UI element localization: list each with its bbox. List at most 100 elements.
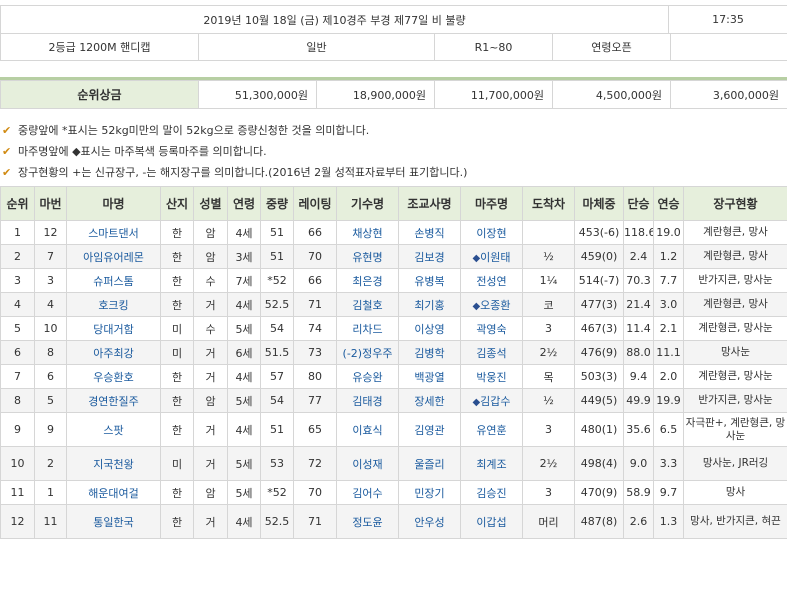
horse-name-link[interactable]: 스팟 (66, 412, 161, 447)
number-cell: 10 (34, 316, 67, 341)
horse-name-link[interactable]: 아임유어레몬 (66, 244, 161, 269)
origin-cell: 한 (160, 364, 194, 389)
horse-name-link[interactable]: 경연한질주 (66, 388, 161, 413)
age-cell: 4세 (227, 504, 261, 539)
number-cell: 11 (34, 504, 67, 539)
place-odds-cell: 19.9 (653, 388, 684, 413)
sex-cell: 거 (193, 340, 228, 365)
trainer-link[interactable]: 유병복 (398, 268, 461, 293)
col-rating-header: 레이팅 (293, 186, 337, 221)
body-weight-cell: 467(3) (574, 316, 624, 341)
trainer-link[interactable]: 백광열 (398, 364, 461, 389)
horse-name-link[interactable]: 우승환호 (66, 364, 161, 389)
trainer-link[interactable]: 민장기 (398, 480, 461, 505)
owner-name[interactable]: 김갑수 (480, 395, 510, 408)
table-row: 3 3 슈퍼스톰 한 수 7세 *52 66 최은경 유병복 전성연 1¼ 514(-7) 70.3 7.7… (0, 268, 787, 293)
owner-link[interactable]: 전성연 (460, 268, 523, 293)
rank-cell: 2 (0, 244, 35, 269)
trainer-link[interactable]: 장세한 (398, 388, 461, 413)
jockey-link[interactable]: 유승완 (336, 364, 399, 389)
weight-cell: 57 (260, 364, 294, 389)
owner-link[interactable]: ◆오종환 (460, 292, 523, 317)
race-title: 2019년 10월 18일 (금) 제10경주 부경 제77일 비 불량 (0, 5, 669, 34)
gear-cell: 자극판+, 계란형큰, 망사눈 (683, 412, 787, 447)
rating-cell: 71 (293, 292, 337, 317)
horse-name-link[interactable]: 슈퍼스톰 (66, 268, 161, 293)
sex-cell: 수 (193, 268, 228, 293)
jockey-link[interactable]: 리차드 (336, 316, 399, 341)
number-cell: 5 (34, 388, 67, 413)
place-odds-cell: 2.0 (653, 364, 684, 389)
weight-cell: 51 (260, 220, 294, 245)
number-cell: 4 (34, 292, 67, 317)
owner-name[interactable]: 이원태 (480, 251, 510, 264)
jockey-link[interactable]: 정도윤 (336, 504, 399, 539)
origin-cell: 미 (160, 316, 194, 341)
jockey-link[interactable]: 김어수 (336, 480, 399, 505)
horse-name-link[interactable]: 스마트댄서 (66, 220, 161, 245)
owner-link[interactable]: ◆김갑수 (460, 388, 523, 413)
jockey-link[interactable]: 김태경 (336, 388, 399, 413)
trainer-link[interactable]: 김보경 (398, 244, 461, 269)
horse-name-link[interactable]: 지국천왕 (66, 446, 161, 481)
col-win-odds-header: 단승 (623, 186, 654, 221)
horse-name-link[interactable]: 아주최강 (66, 340, 161, 365)
jockey-link[interactable]: 이성재 (336, 446, 399, 481)
sex-cell: 거 (193, 292, 228, 317)
gear-cell: 계란형큰, 망사 (683, 244, 787, 269)
owner-link[interactable]: 김승진 (460, 480, 523, 505)
trainer-link[interactable]: 손병직 (398, 220, 461, 245)
owner-link[interactable]: 최계조 (460, 446, 523, 481)
trainer-link[interactable]: 김병학 (398, 340, 461, 365)
weight-cell: 51 (260, 412, 294, 447)
owner-link[interactable]: 박웅진 (460, 364, 523, 389)
note-item: ✔ 중량앞에 *표시는 52kg미만의 말이 52kg으로 증량신청한 것을 의미… (0, 120, 787, 141)
jockey-link[interactable]: 유현명 (336, 244, 399, 269)
weight-cell: *52 (260, 268, 294, 293)
weight-cell: 54 (260, 388, 294, 413)
trainer-link[interactable]: 안우성 (398, 504, 461, 539)
rating-cell: 80 (293, 364, 337, 389)
horse-name-link[interactable]: 당대거함 (66, 316, 161, 341)
age-cell: 3세 (227, 244, 261, 269)
win-odds-cell: 88.0 (623, 340, 654, 365)
horse-name-link[interactable]: 통일한국 (66, 504, 161, 539)
prize-3rd: 11,700,000원 (434, 80, 553, 109)
col-rank-header: 순위 (0, 186, 35, 221)
gear-cell: 계란형큰, 망사 (683, 220, 787, 245)
weight-cell: 52.5 (260, 292, 294, 317)
owner-link[interactable]: ◆이원태 (460, 244, 523, 269)
number-cell: 9 (34, 412, 67, 447)
gear-cell: 망사, 반가지큰, 혀끈 (683, 504, 787, 539)
body-weight-cell: 498(4) (574, 446, 624, 481)
horse-name-link[interactable]: 호크킹 (66, 292, 161, 317)
trainer-link[interactable]: 울즐리 (398, 446, 461, 481)
win-odds-cell: 2.6 (623, 504, 654, 539)
owner-link[interactable]: 유연훈 (460, 412, 523, 447)
jockey-link[interactable]: (-2)정우주 (336, 340, 399, 365)
owner-link[interactable]: 곽영숙 (460, 316, 523, 341)
owner-name[interactable]: 오종환 (480, 299, 510, 312)
body-weight-cell: 503(3) (574, 364, 624, 389)
horse-name-link[interactable]: 해운대여걸 (66, 480, 161, 505)
trainer-link[interactable]: 최기홍 (398, 292, 461, 317)
sex-cell: 거 (193, 364, 228, 389)
trainer-link[interactable]: 이상영 (398, 316, 461, 341)
registered-owner-icon: ◆ (472, 396, 481, 408)
owner-link[interactable]: 이갑섭 (460, 504, 523, 539)
jockey-link[interactable]: 채상현 (336, 220, 399, 245)
jockey-link[interactable]: 이효식 (336, 412, 399, 447)
note-text: 마주명앞에 ◆표시는 마주복색 등록마주를 의미합니다. (18, 145, 267, 158)
origin-cell: 미 (160, 340, 194, 365)
gear-cell: 계란형큰, 망사눈 (683, 316, 787, 341)
jockey-link[interactable]: 최은경 (336, 268, 399, 293)
number-cell: 2 (34, 446, 67, 481)
trainer-link[interactable]: 김영관 (398, 412, 461, 447)
prize-4th: 4,500,000원 (552, 80, 671, 109)
owner-link[interactable]: 김종석 (460, 340, 523, 365)
owner-link[interactable]: 이장현 (460, 220, 523, 245)
jockey-link[interactable]: 김철호 (336, 292, 399, 317)
table-body: 1 12 스마트댄서 한 암 4세 51 66 채상현 손병직 이장현 453(-6) 118.6 19.… (0, 220, 787, 539)
rank-cell: 5 (0, 316, 35, 341)
table-row: 5 10 당대거함 미 수 5세 54 74 리차드 이상영 곽영숙 3 467(3) 11.4 2.1 계란… (0, 316, 787, 341)
